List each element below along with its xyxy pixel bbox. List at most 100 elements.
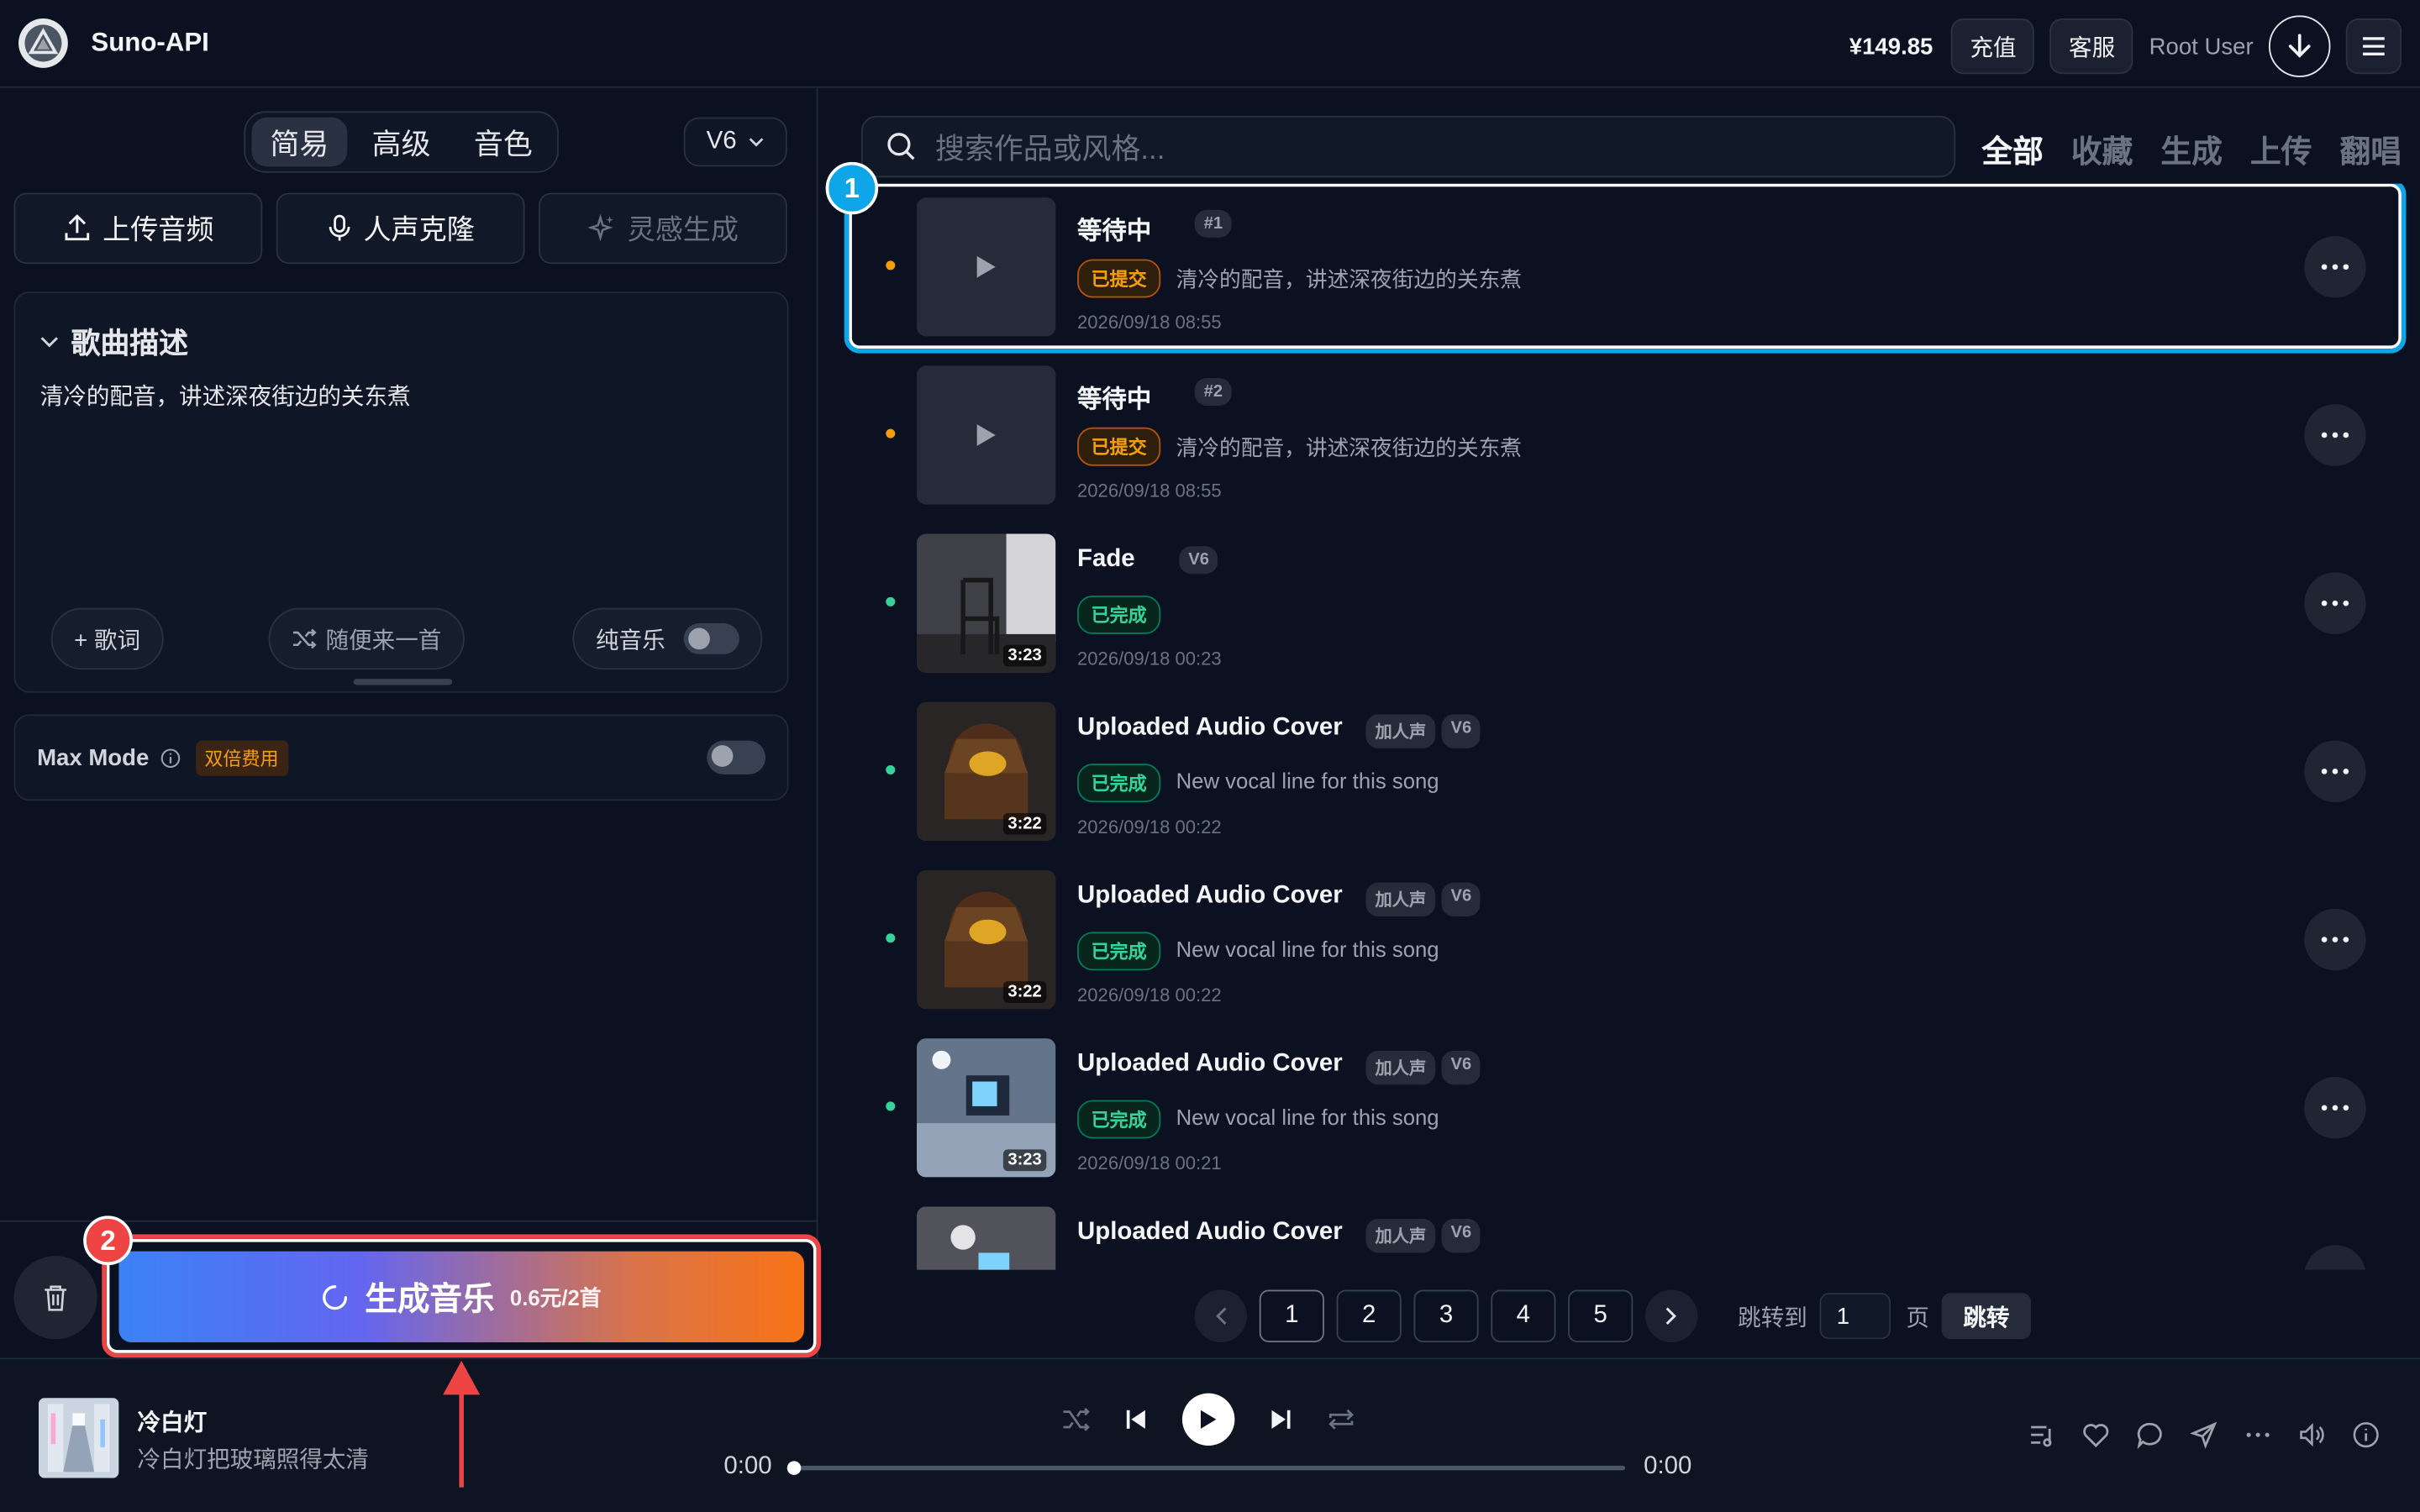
song-row[interactable]: 等待中 #2 已提交 清冷的配音，讲述深夜街边的关东煮 2026/09/18 0… [841, 352, 2420, 520]
random-song-label: 随便来一首 [325, 627, 442, 654]
status-dot [886, 765, 896, 775]
info-icon[interactable] [160, 748, 180, 768]
generate-music-button[interactable]: 生成音乐 0.6元/2首 [118, 1251, 804, 1342]
song-more-button[interactable] [2304, 404, 2366, 466]
song-list: 等待中 #1 已提交 清冷的配音，讲述深夜街边的关东煮 2026/09/18 0… [841, 183, 2420, 1270]
now-playing-cover[interactable] [38, 1398, 119, 1478]
upload-audio-button[interactable]: 上传音频 [13, 192, 263, 265]
tab-simple[interactable]: 简易 [251, 117, 348, 167]
heart-icon[interactable] [2082, 1421, 2110, 1449]
page-5[interactable]: 5 [1568, 1289, 1634, 1342]
shuffle-icon[interactable] [1062, 1407, 1090, 1431]
now-playing-title[interactable]: 冷白灯 [137, 1405, 207, 1438]
more-icon[interactable] [2244, 1421, 2272, 1449]
page-4[interactable]: 4 [1491, 1289, 1556, 1342]
song-row[interactable]: 3:23 Fade V6 已完成 2026/09/18 00:23 [841, 520, 2420, 688]
song-time: 2026/09/18 00:21 [1077, 1152, 1222, 1174]
song-cover[interactable] [917, 365, 1056, 505]
song-row[interactable]: 等待中 #1 已提交 清冷的配音，讲述深夜街边的关东煮 2026/09/18 0… [841, 183, 2420, 354]
song-time: 2026/09/18 00:22 [1077, 984, 1222, 1006]
song-more-button[interactable] [2304, 572, 2366, 634]
more-icon [2321, 432, 2349, 438]
add-lyrics-button[interactable]: + 歌词 [50, 607, 164, 670]
filter-uploaded[interactable]: 上传 [2250, 127, 2312, 171]
download-button[interactable] [2269, 15, 2331, 77]
status-dot [886, 596, 896, 606]
status-badge: 已提交 [1077, 427, 1161, 466]
previous-track-icon[interactable] [1123, 1407, 1148, 1431]
inspiration-button[interactable]: 灵感生成 [539, 192, 787, 265]
clear-button[interactable] [13, 1256, 97, 1340]
repeat-icon[interactable] [1328, 1407, 1355, 1431]
song-cover[interactable] [917, 1206, 1056, 1270]
user-name[interactable]: Root User [2149, 33, 2254, 59]
prev-page-button[interactable] [1194, 1289, 1248, 1342]
jump-button[interactable]: 跳转 [1941, 1293, 2032, 1340]
support-button[interactable]: 客服 [2050, 18, 2134, 75]
filter-all[interactable]: 全部 [1981, 127, 2043, 171]
song-title[interactable]: Uploaded Audio Cover [1077, 1051, 1343, 1079]
song-row[interactable]: Uploaded Audio Cover 加人声 V6 [841, 1193, 2420, 1270]
random-song-button[interactable]: 随便来一首 [268, 607, 465, 670]
comment-icon[interactable] [2136, 1421, 2164, 1449]
song-more-button[interactable] [2304, 1077, 2366, 1139]
recharge-button[interactable]: 充值 [1951, 18, 2035, 75]
play-button[interactable] [1181, 1393, 1235, 1446]
song-row[interactable]: 3:22 Uploaded Audio Cover 加人声 V6 已完成 New … [841, 856, 2420, 1024]
filter-favorites[interactable]: 收藏 [2071, 127, 2133, 171]
song-title[interactable]: Uploaded Audio Cover [1077, 714, 1343, 742]
instrumental-toggle[interactable]: 纯音乐 [572, 607, 763, 670]
song-title[interactable]: Uploaded Audio Cover [1077, 883, 1343, 911]
progress-knob[interactable] [786, 1461, 802, 1475]
instrumental-switch[interactable] [683, 623, 739, 654]
song-more-button[interactable] [2304, 908, 2366, 971]
song-tag: 加人声 [1365, 1219, 1436, 1253]
top-bar: Suno-API ¥149.85 充值 客服 Root User [0, 0, 2420, 88]
brand-name[interactable]: Suno-API [91, 28, 209, 59]
search-bar[interactable]: 搜索作品或风格... [860, 115, 1956, 178]
filter-covers[interactable]: 翻唱 [2339, 127, 2401, 171]
next-track-icon[interactable] [1269, 1407, 1293, 1431]
tab-advanced[interactable]: 高级 [354, 118, 450, 167]
description-input[interactable]: 清冷的配音，讲述深夜街边的关东煮 [40, 380, 411, 412]
song-more-button[interactable] [2304, 1245, 2366, 1270]
page-2[interactable]: 2 [1336, 1289, 1402, 1342]
create-panel: 简易 高级 音色 V6 上传音频 人声克隆 灵感生成 歌曲描述 清冷的配音，讲述… [0, 87, 822, 1358]
generate-label: 生成音乐 [365, 1281, 495, 1317]
info-icon[interactable] [2352, 1421, 2380, 1449]
progress-slider[interactable] [786, 1461, 1626, 1475]
song-cover[interactable]: 3:22 [917, 701, 1056, 842]
song-tag: V6 [1441, 1050, 1481, 1085]
tab-voice[interactable]: 音色 [455, 118, 551, 167]
page-3[interactable]: 3 [1413, 1289, 1479, 1342]
song-title[interactable]: Fade [1077, 546, 1135, 574]
song-tag: V6 [1441, 1219, 1481, 1253]
playlist-icon[interactable] [2028, 1421, 2055, 1449]
logo-icon[interactable] [18, 18, 68, 68]
song-row[interactable]: 3:22 Uploaded Audio Cover 加人声 V6 已完成 New … [841, 688, 2420, 856]
resize-handle[interactable] [353, 679, 453, 685]
next-page-button[interactable] [1644, 1289, 1698, 1342]
song-cover[interactable]: 3:23 [917, 1038, 1056, 1178]
max-mode-switch[interactable] [707, 740, 766, 775]
song-cover[interactable]: 3:23 [917, 533, 1056, 673]
song-row[interactable]: 3:23 Uploaded Audio Cover 加人声 V6 已完成 New … [841, 1025, 2420, 1193]
voice-clone-button[interactable]: 人声克隆 [276, 192, 525, 265]
download-icon [2288, 34, 2311, 58]
song-duration: 3:22 [1002, 812, 1047, 835]
song-more-button[interactable] [2304, 740, 2366, 803]
share-icon[interactable] [2190, 1421, 2217, 1449]
menu-button[interactable] [2345, 18, 2402, 75]
pointer-arrow-icon [443, 1361, 481, 1488]
chevron-down-icon[interactable] [40, 335, 59, 348]
version-select[interactable]: V6 [683, 117, 787, 167]
song-tag: V6 [1179, 546, 1219, 575]
volume-icon[interactable] [2298, 1421, 2326, 1449]
song-cover[interactable]: 3:22 [917, 869, 1056, 1010]
song-title[interactable]: 等待中 [1077, 378, 1151, 415]
page-1[interactable]: 1 [1259, 1289, 1324, 1342]
filter-generated[interactable]: 生成 [2160, 127, 2222, 171]
jump-page-input[interactable]: 1 [1819, 1293, 1891, 1340]
song-title[interactable]: Uploaded Audio Cover [1077, 1219, 1343, 1247]
search-input[interactable]: 搜索作品或风格... [935, 126, 1165, 168]
